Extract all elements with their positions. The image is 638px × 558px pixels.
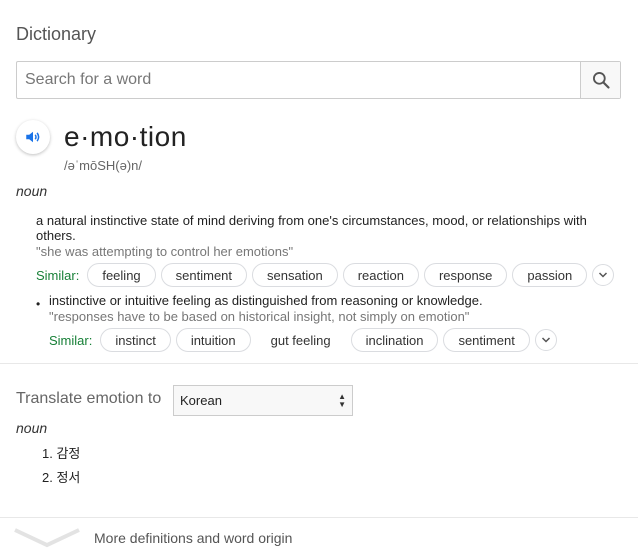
search-icon (592, 72, 610, 89)
part-of-speech: noun (16, 183, 48, 199)
translation-item: 2. 정서 (42, 470, 81, 485)
definition-text: a natural instinctive state of mind deri… (36, 213, 587, 243)
similar-chip[interactable]: sentiment (160, 263, 248, 287)
similar-label: Similar: (36, 267, 80, 283)
language-select[interactable]: Korean ▲ ▼ (173, 385, 353, 416)
search-box (16, 61, 621, 99)
similar-chip[interactable]: inclination (350, 328, 439, 352)
dictionary-card: Dictionary e·mo·tion /əˈmōSH(ə)n/ noun a… (0, 0, 638, 558)
similar-chip[interactable]: intuition (175, 328, 251, 352)
similar-row-1: Similar: feeling sentiment sensation rea… (36, 263, 615, 287)
translate-label: Translate emotion to (16, 390, 162, 407)
similar-label: Similar: (49, 332, 93, 348)
definition-example: "she was attempting to control her emoti… (36, 244, 294, 259)
chevron-down-icon (14, 528, 80, 548)
more-definitions-label: More definitions and word origin (94, 530, 293, 546)
expand-similar-button[interactable] (534, 329, 557, 351)
similar-chip[interactable]: reaction (342, 263, 419, 287)
search-input[interactable] (17, 62, 597, 98)
definition-text: instinctive or intuitive feeling as dist… (49, 293, 483, 308)
similar-chip[interactable]: gut feeling (255, 328, 346, 352)
speaker-icon (26, 131, 40, 143)
select-arrows-icon: ▲ ▼ (338, 392, 346, 409)
chevron-down-icon (599, 272, 608, 278)
search-button[interactable] (580, 62, 620, 98)
divider (0, 363, 638, 364)
similar-chip[interactable]: feeling (87, 263, 156, 287)
definition-1: a natural instinctive state of mind deri… (36, 213, 606, 259)
translate-part-of-speech: noun (16, 420, 48, 436)
headword: e·mo·tion (64, 121, 187, 152)
chevron-down-icon (541, 337, 550, 343)
bullet: • (36, 297, 41, 311)
similar-chip[interactable]: sentiment (443, 328, 530, 352)
translation-list: 1. 감정 2. 정서 (42, 446, 80, 494)
similar-chip[interactable]: passion (512, 263, 588, 287)
similar-row-2: Similar: instinct intuition gut feeling … (49, 328, 557, 352)
pronounce-button[interactable] (16, 120, 50, 154)
definition-2: instinctive or intuitive feeling as dist… (49, 293, 609, 324)
expand-similar-button[interactable] (592, 264, 615, 286)
card-title: Dictionary (16, 24, 97, 44)
similar-chip[interactable]: response (423, 263, 508, 287)
similar-chip[interactable]: instinct (100, 328, 171, 352)
more-definitions-button[interactable]: More definitions and word origin (0, 518, 638, 558)
phonetic: /əˈmōSH(ə)n/ (64, 158, 143, 173)
similar-chip[interactable]: sensation (252, 263, 338, 287)
language-select-value: Korean (180, 393, 222, 408)
translation-item: 1. 감정 (42, 446, 81, 461)
definition-example: "responses have to be based on historica… (49, 309, 470, 324)
